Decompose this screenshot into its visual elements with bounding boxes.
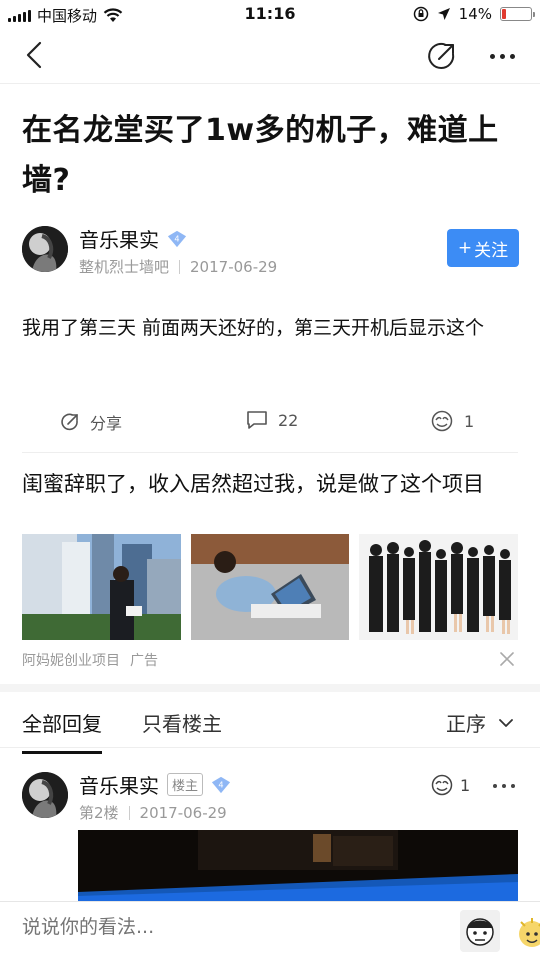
reply-meta: 第2楼 2017-06-29: [79, 802, 227, 823]
comment-input[interactable]: [22, 916, 422, 938]
reply-floor: 第2楼: [79, 804, 119, 822]
divider: [22, 452, 518, 453]
reply-name-row: 音乐果实 楼主 4: [79, 770, 231, 799]
level-number: 4: [174, 233, 179, 243]
like-count: 1: [464, 411, 475, 431]
follow-button[interactable]: + 关注: [447, 229, 519, 267]
author-name[interactable]: 音乐果实: [79, 224, 159, 253]
share-label: 分享: [90, 414, 123, 433]
meta-divider: [179, 259, 181, 274]
author-meta: 整机烈士墙吧 2017-06-29: [79, 256, 277, 277]
meta-divider: [128, 805, 130, 820]
close-icon[interactable]: [498, 650, 516, 668]
status-right: 14%: [413, 5, 535, 23]
comment-count: 22: [278, 410, 299, 430]
ad-title[interactable]: 闺蜜辞职了，收入居然超过我，说是做了这个项目: [22, 470, 522, 499]
post-body: 我用了第三天 前面两天还好的，第三天开机后显示这个: [22, 317, 485, 339]
tab-only-op[interactable]: 只看楼主: [142, 708, 222, 737]
ad-images[interactable]: [22, 534, 519, 640]
level-badge: 4: [211, 775, 231, 795]
reply-tabs: 全部回复 只看楼主 正序: [0, 692, 540, 754]
post-title: 在名龙堂买了1w多的机子，难道上墙?: [22, 113, 499, 198]
like-action[interactable]: 1: [430, 410, 474, 432]
ad-meta: 阿妈妮创业项目 广告: [22, 650, 158, 670]
back-icon[interactable]: [20, 40, 50, 70]
share-icon[interactable]: [426, 40, 458, 72]
post-date: 2017-06-29: [190, 257, 278, 276]
follow-label: 关注: [474, 240, 509, 261]
section-divider: [0, 684, 540, 692]
battery-icon: [500, 7, 535, 21]
forum-name[interactable]: 整机烈士墙吧: [79, 256, 169, 277]
ad-image-office[interactable]: [22, 534, 181, 640]
battery-percent: 14%: [458, 5, 492, 23]
thumbs-up-icon: [431, 410, 453, 432]
reply-item: 音乐果实 楼主 4 第2楼 2017-06-29 1: [22, 770, 522, 830]
emoji-icon[interactable]: [512, 910, 540, 952]
share-action[interactable]: 分享: [60, 410, 122, 434]
reply-image[interactable]: [78, 830, 518, 901]
reply-like-button[interactable]: 1: [430, 774, 470, 796]
ad-source: 阿妈妮创业项目: [22, 653, 120, 669]
thumbs-up-icon: [431, 774, 453, 796]
reply-author-name[interactable]: 音乐果实: [79, 770, 159, 799]
battery-fill: [502, 9, 506, 19]
location-icon: [437, 8, 450, 20]
sort-dropdown[interactable]: 正序: [446, 708, 514, 737]
author-block: 音乐果实 4 整机烈士墙吧 2017-06-29 + 关注: [22, 224, 522, 280]
avatar[interactable]: [22, 226, 68, 272]
status-bar: 中国移动 11:16 14%: [0, 0, 540, 28]
more-icon[interactable]: [484, 42, 520, 70]
sticker-avatar-icon[interactable]: [460, 910, 500, 952]
more-icon[interactable]: [489, 776, 519, 796]
share-icon: [61, 413, 78, 431]
chevron-down-icon: [499, 718, 513, 727]
plus-icon: +: [457, 238, 473, 258]
author-name-row: 音乐果实 4: [79, 224, 187, 253]
comment-bar: [0, 901, 540, 960]
ad-image-team[interactable]: [359, 534, 519, 640]
post-actions: 分享 22 1: [0, 398, 540, 446]
nav-bar: [0, 28, 540, 84]
tab-all-replies[interactable]: 全部回复: [22, 708, 102, 754]
orientation-lock-icon: [413, 6, 428, 22]
op-badge: 楼主: [167, 773, 204, 796]
sort-label: 正序: [446, 712, 486, 736]
reply-like-count: 1: [460, 775, 471, 795]
reply-date: 2017-06-29: [139, 803, 227, 822]
comment-icon: [247, 411, 267, 429]
comment-action[interactable]: 22: [246, 410, 298, 430]
ad-image-laptop[interactable]: [190, 534, 350, 640]
avatar[interactable]: [22, 772, 68, 818]
level-badge: 4: [167, 229, 187, 249]
ad-tag: 广告: [130, 653, 158, 669]
level-number: 4: [218, 779, 223, 789]
